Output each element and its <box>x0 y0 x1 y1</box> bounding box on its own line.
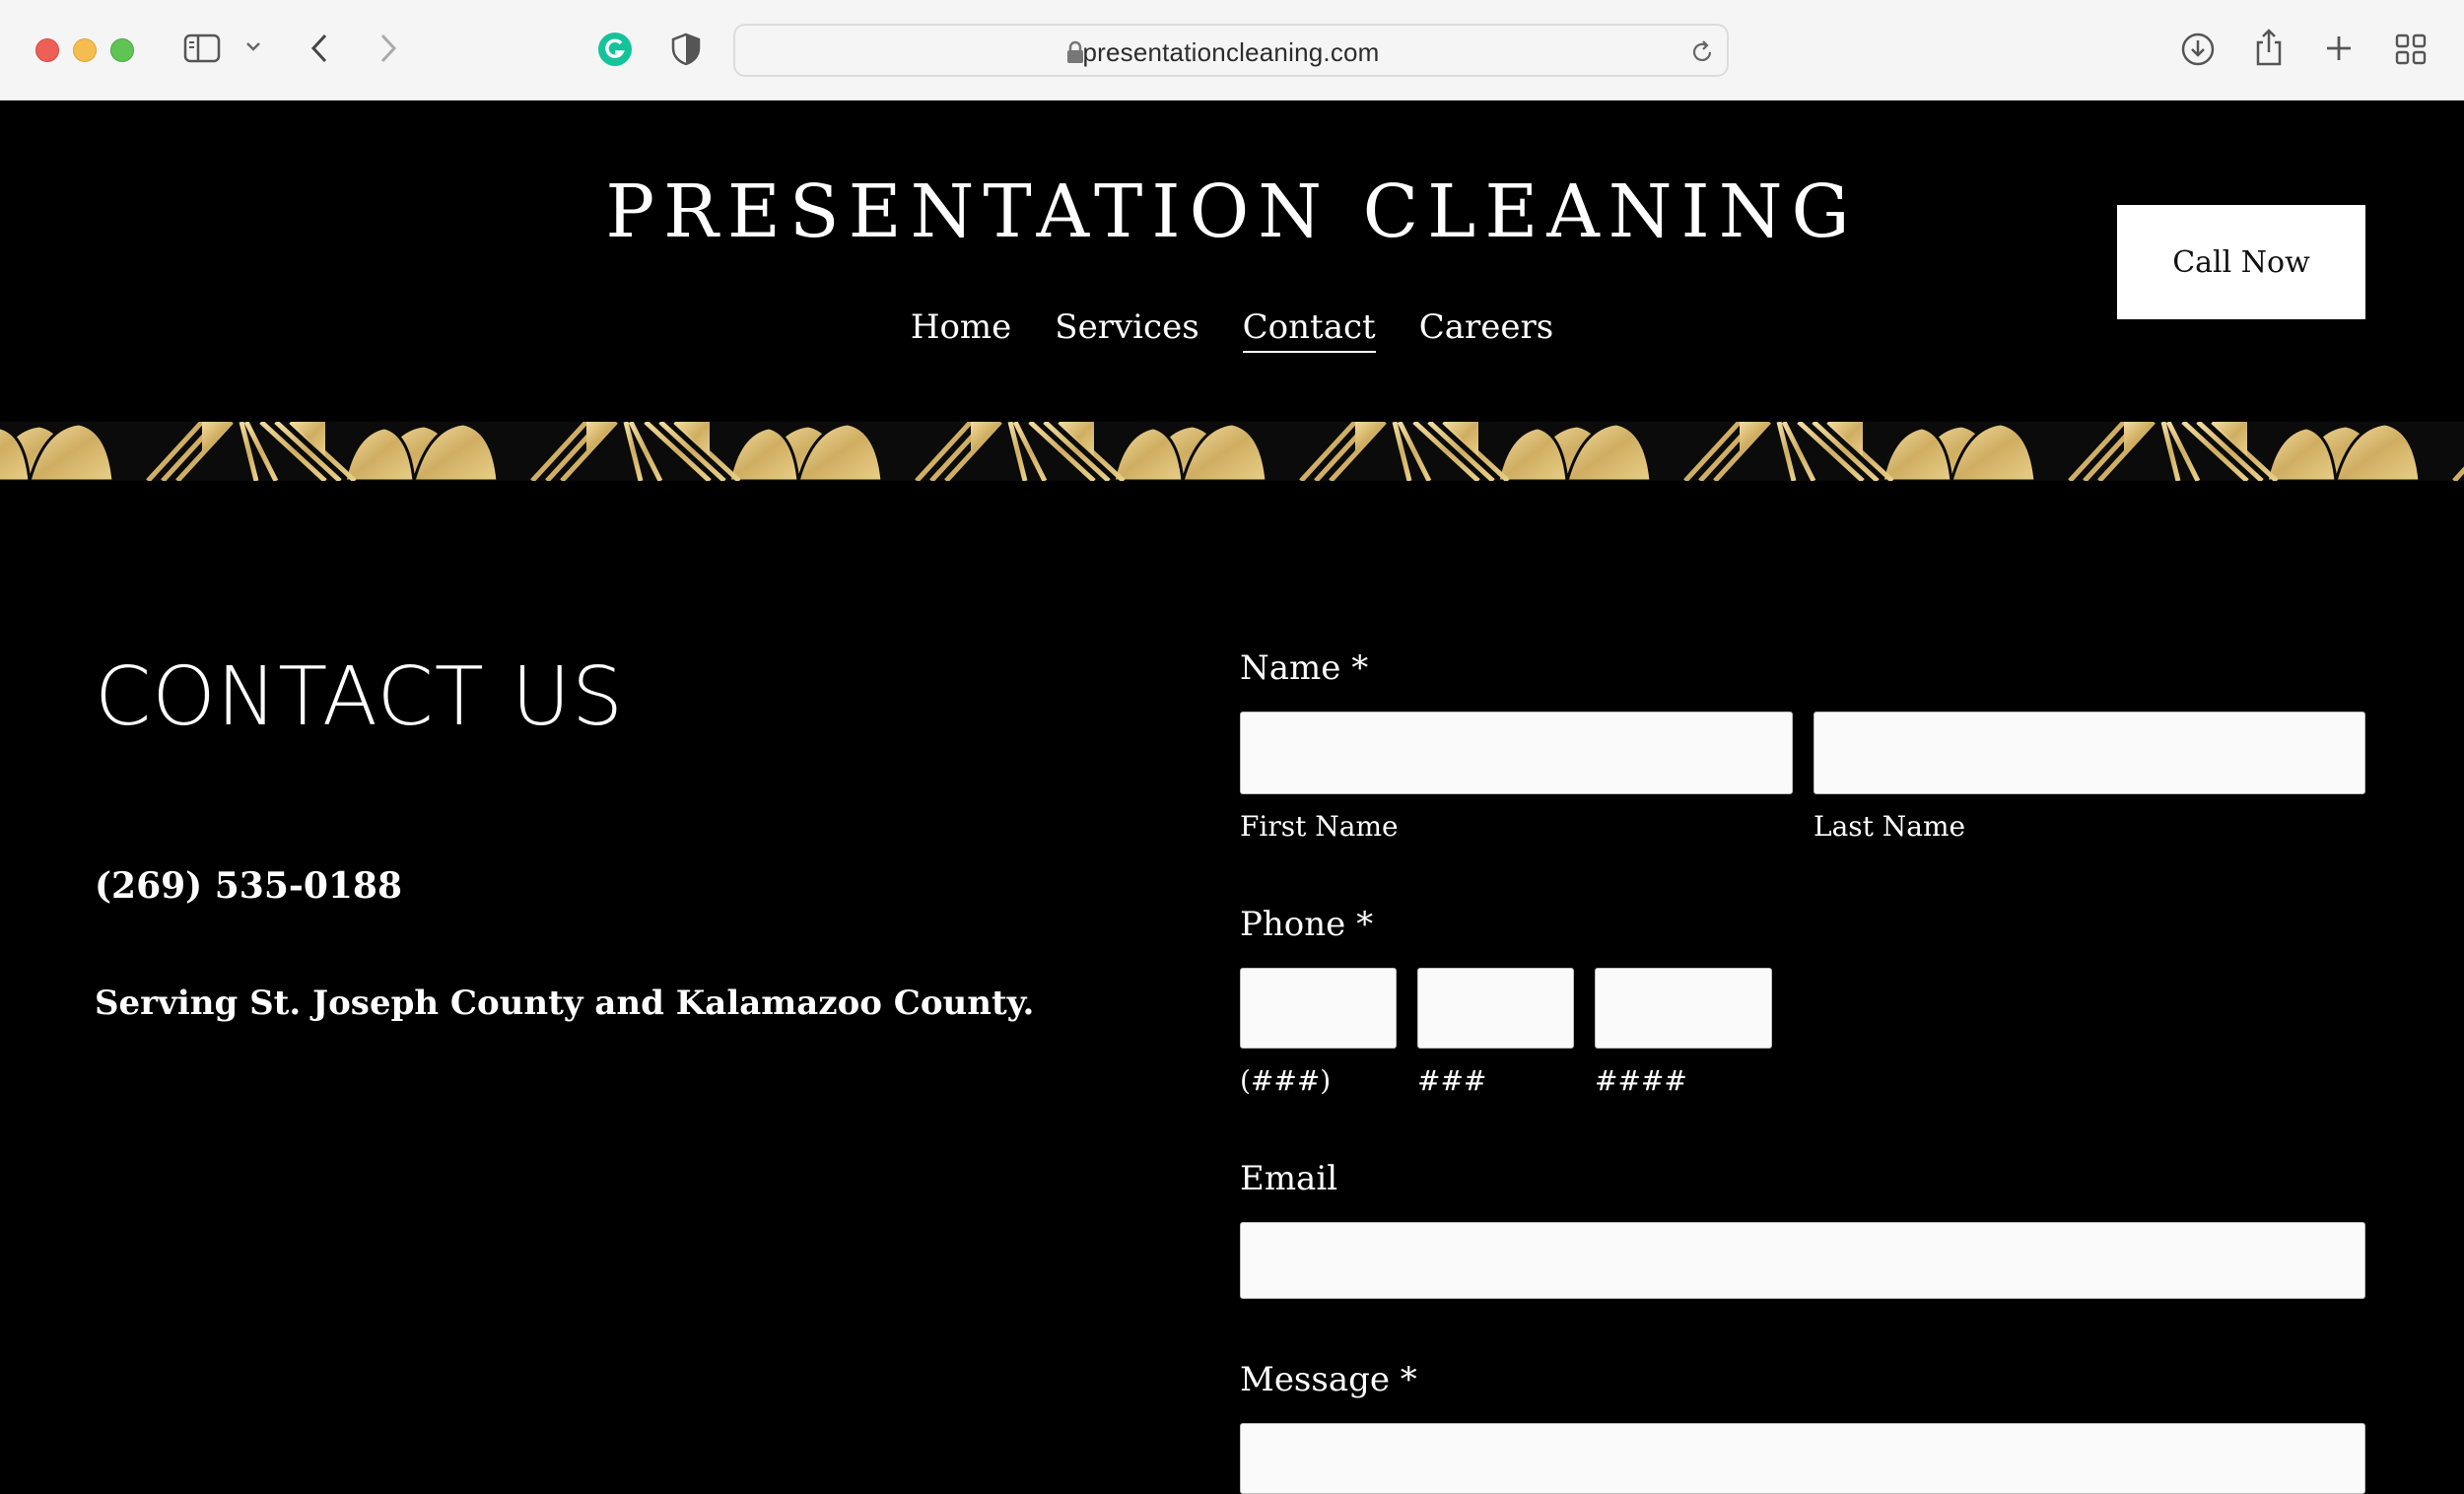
share-icon[interactable] <box>2253 28 2285 67</box>
phone-line-number-input[interactable] <box>1595 968 1772 1049</box>
main-nav: Home Services Contact Careers <box>0 307 2464 353</box>
site-header: PRESENTATION CLEANING Home Services Cont… <box>0 101 2464 422</box>
url-text: presentationcleaning.com <box>1082 37 1380 67</box>
reload-icon[interactable] <box>1689 39 1715 70</box>
email-label: Email <box>1240 1159 1338 1198</box>
phone-number[interactable]: (269) 535-0188 <box>95 865 402 907</box>
phone-prefix-label: ### <box>1417 1064 1487 1097</box>
nav-services[interactable]: Services <box>1055 307 1198 353</box>
page-title: CONTACT US <box>95 650 624 744</box>
email-input[interactable] <box>1240 1222 2365 1299</box>
minimize-window-button[interactable] <box>73 38 97 62</box>
downloads-icon[interactable] <box>2180 32 2216 67</box>
phone-prefix-input[interactable] <box>1417 968 1574 1049</box>
phone-area-code-label: (###) <box>1240 1064 1332 1097</box>
shield-privacy-icon[interactable] <box>670 32 702 67</box>
decorative-gold-band <box>0 422 2464 481</box>
new-tab-plus-icon[interactable] <box>2324 34 2354 63</box>
first-name-input[interactable] <box>1240 712 1793 794</box>
zoom-window-button[interactable] <box>110 38 134 62</box>
grammarly-extension-icon[interactable] <box>597 32 633 67</box>
address-bar[interactable]: presentationcleaning.com <box>733 24 1729 77</box>
close-window-button[interactable] <box>35 38 59 62</box>
message-label: Message * <box>1240 1360 1417 1399</box>
phone-area-code-input[interactable] <box>1240 968 1397 1049</box>
browser-toolbar: presentationcleaning.com <box>0 0 2464 101</box>
back-arrow-icon[interactable] <box>308 32 331 65</box>
last-name-input[interactable] <box>1814 712 2365 794</box>
phone-line-number-label: #### <box>1595 1064 1687 1097</box>
phone-label: Phone * <box>1240 905 1374 944</box>
first-name-label: First Name <box>1240 810 1399 843</box>
chevron-down-icon[interactable] <box>244 39 262 53</box>
forward-arrow-icon[interactable] <box>376 32 400 65</box>
service-area-text: Serving St. Joseph County and Kalamazoo … <box>95 984 1035 1023</box>
nav-home[interactable]: Home <box>911 307 1011 353</box>
sidebar-toggle-icon[interactable] <box>183 33 223 64</box>
call-now-button[interactable]: Call Now <box>2117 205 2365 319</box>
name-label: Name * <box>1240 648 1369 688</box>
last-name-label: Last Name <box>1814 810 1966 843</box>
site-logo[interactable]: PRESENTATION CLEANING <box>0 170 2464 254</box>
message-textarea[interactable] <box>1240 1423 2365 1494</box>
tab-overview-icon[interactable] <box>2395 34 2427 65</box>
nav-careers[interactable]: Careers <box>1419 307 1553 353</box>
nav-contact[interactable]: Contact <box>1242 307 1376 353</box>
